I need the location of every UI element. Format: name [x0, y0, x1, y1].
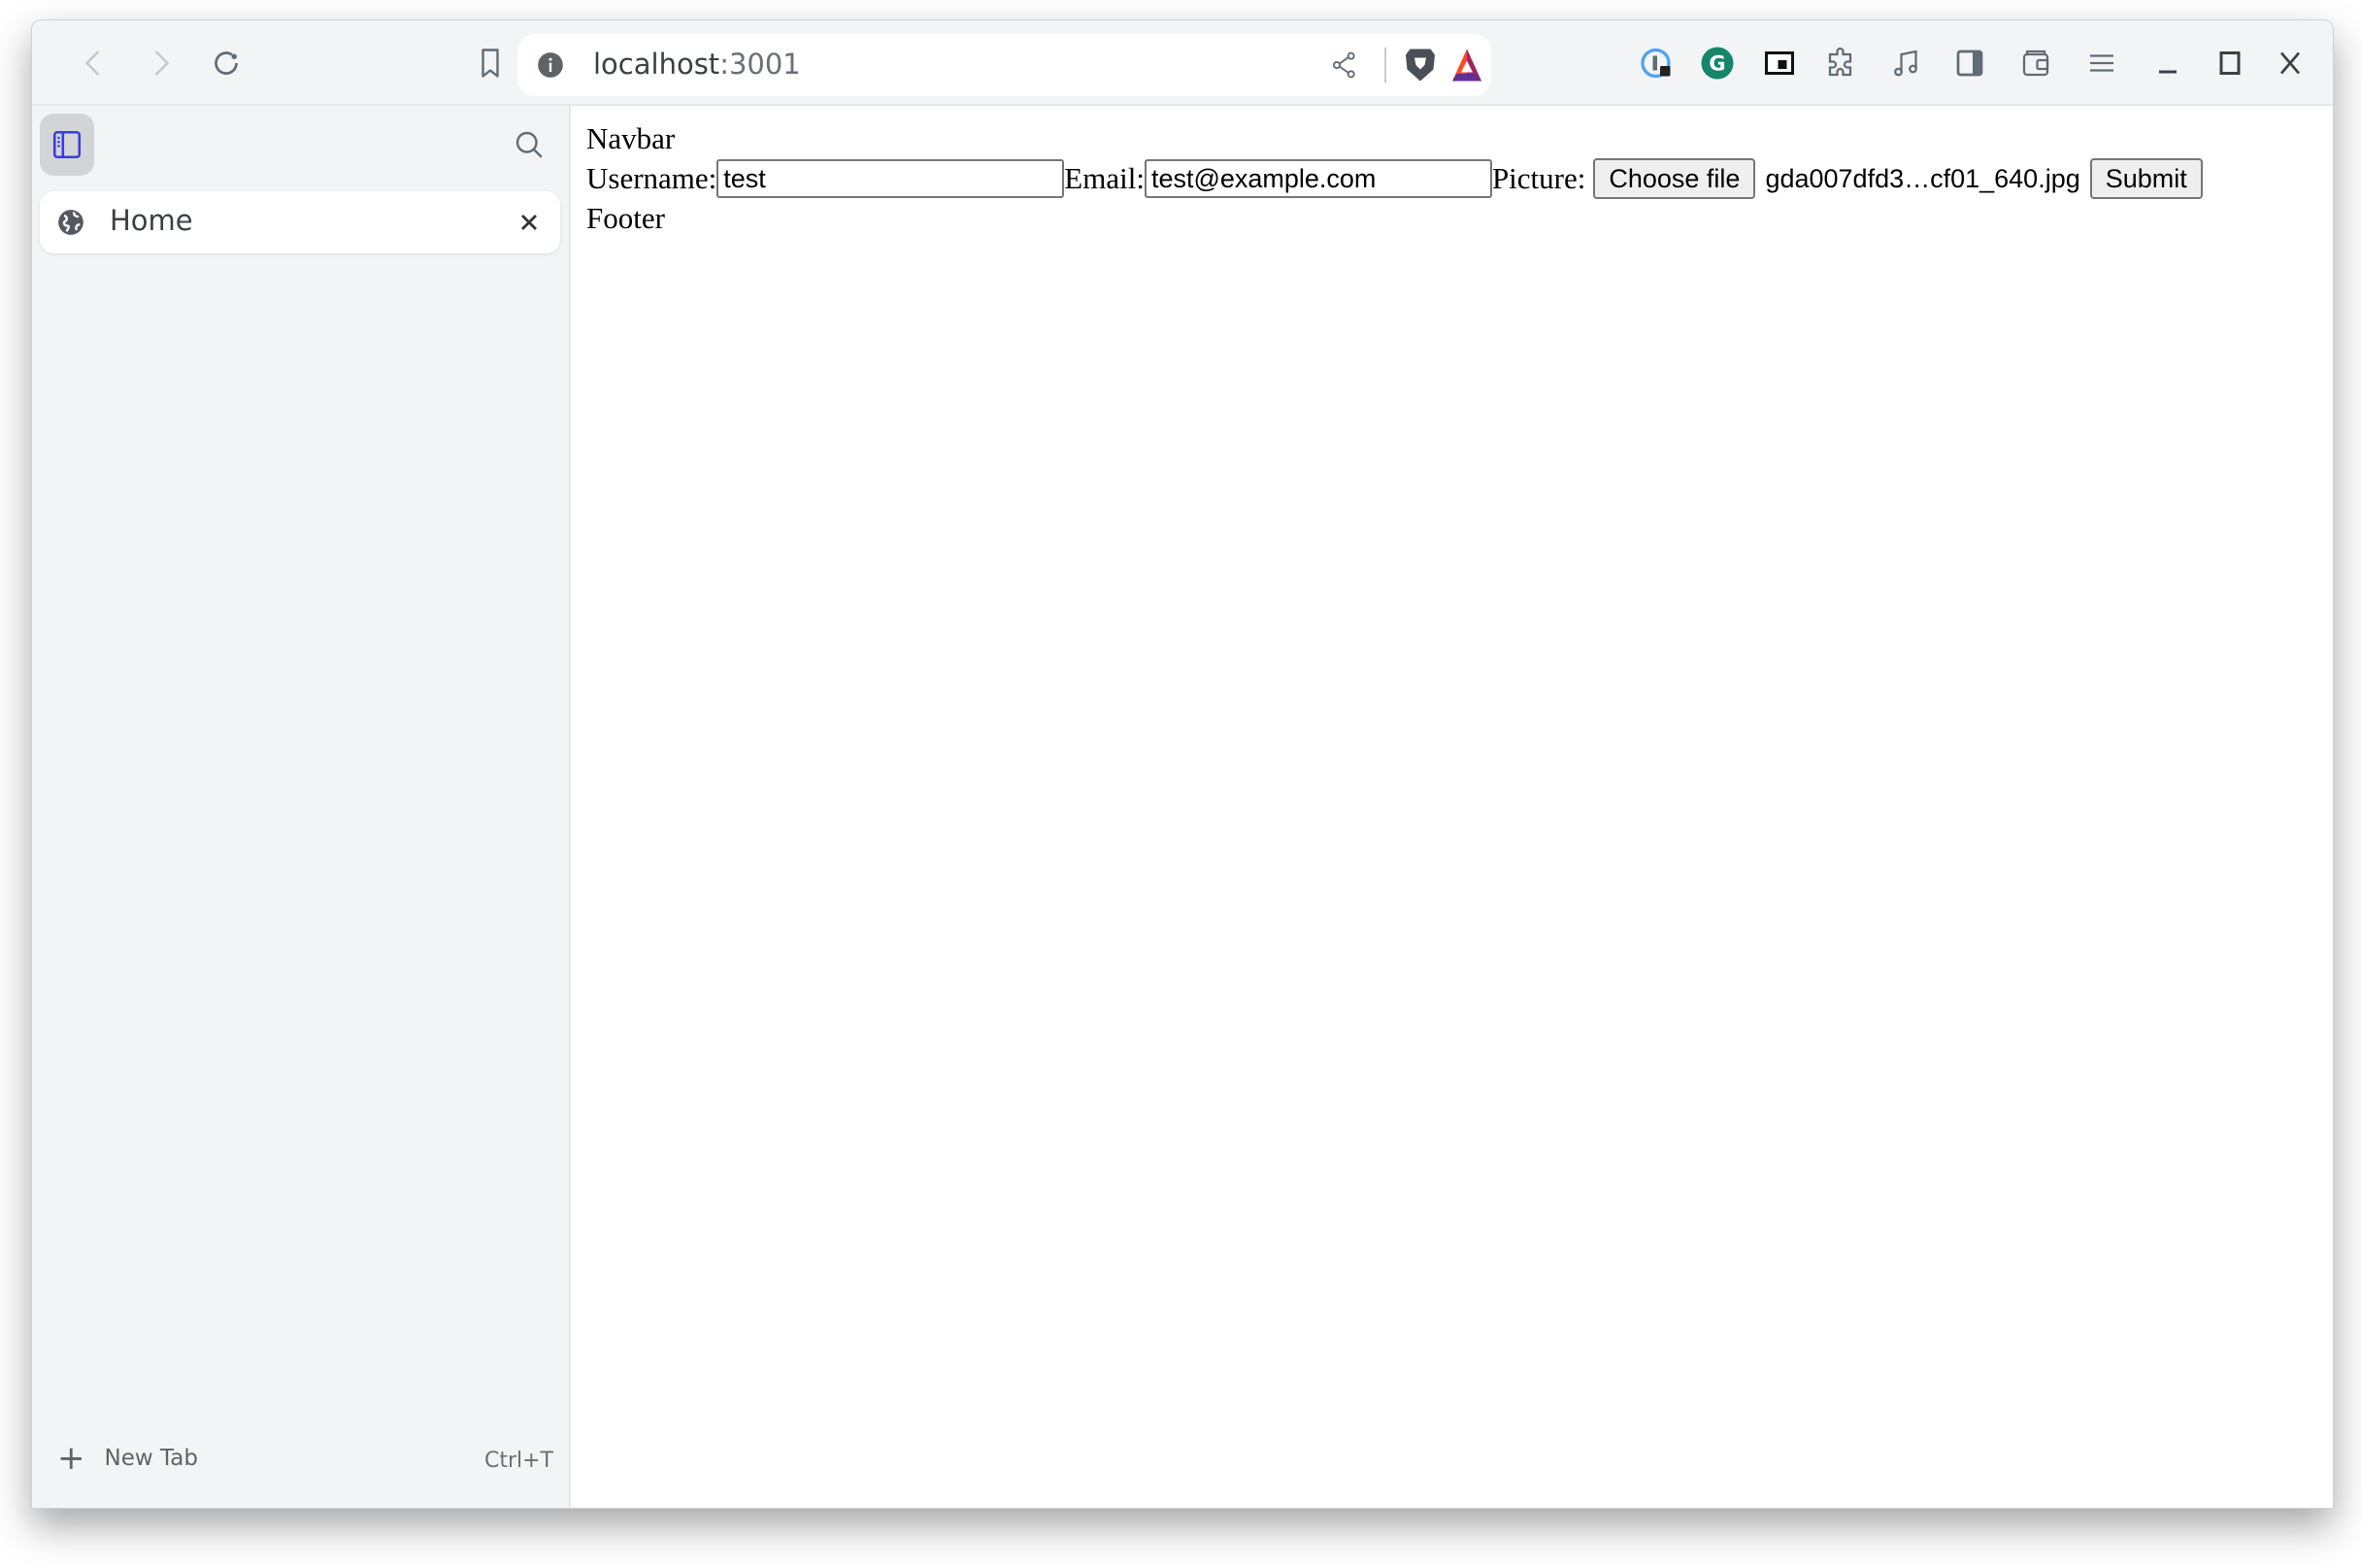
submit-button[interactable]: Submit: [2089, 158, 2203, 199]
url-host: localhost: [593, 48, 720, 81]
sidebar-panel-icon: [52, 130, 82, 159]
globe-icon: [57, 209, 84, 236]
sidebar-toggle-button[interactable]: [40, 114, 94, 176]
navbar: Navbar: [586, 121, 676, 155]
close-icon[interactable]: [2271, 44, 2310, 83]
profile-form: Username: Email: Picture: Choose file gd…: [586, 158, 2203, 199]
back-icon[interactable]: [75, 44, 114, 83]
sidebar-tab-home[interactable]: Home: [40, 191, 560, 253]
picture-in-picture-icon[interactable]: [1760, 44, 1799, 83]
address-bar[interactable]: localhost:3001: [517, 34, 1491, 96]
new-tab-label: New Tab: [104, 1446, 198, 1471]
email-label: Email:: [1064, 161, 1145, 195]
browser-toolbar: localhost:3001 G: [32, 20, 2333, 106]
new-tab-shortcut: Ctrl+T: [483, 1449, 553, 1473]
password-manager-icon[interactable]: [1638, 44, 1677, 83]
bookmark-icon[interactable]: [471, 44, 510, 83]
extensions-icon[interactable]: [1822, 44, 1861, 83]
url-text[interactable]: localhost:3001: [593, 48, 801, 81]
tab-sidebar: Home + New Tab Ctrl+T: [32, 106, 571, 1508]
media-icon[interactable]: [1886, 44, 1925, 83]
brave-rewards-icon[interactable]: [1449, 46, 1484, 84]
page-content: Navbar Username: Email: Picture: Choose …: [571, 106, 2333, 1508]
choose-file-button[interactable]: Choose file: [1593, 158, 1756, 199]
forward-icon[interactable]: [141, 44, 180, 83]
picture-label: Picture:: [1491, 161, 1586, 195]
maximize-icon[interactable]: [2211, 44, 2249, 83]
site-info-icon[interactable]: [537, 51, 564, 79]
grammarly-icon[interactable]: G: [1698, 44, 1737, 83]
url-port: :3001: [719, 48, 801, 81]
svg-text:G: G: [1709, 52, 1725, 76]
new-tab-button[interactable]: + New Tab: [57, 1442, 198, 1475]
search-tabs-icon[interactable]: [512, 127, 547, 162]
selected-file-name: gda007dfd3…cf01_640.jpg: [1765, 164, 2080, 193]
sidebar-icon[interactable]: [1950, 44, 1989, 83]
wallet-icon[interactable]: [2016, 44, 2055, 83]
minimize-icon[interactable]: [2148, 44, 2187, 83]
username-label: Username:: [586, 161, 717, 195]
close-tab-icon[interactable]: [515, 209, 543, 236]
share-icon[interactable]: [1329, 50, 1360, 81]
tab-label: Home: [110, 204, 193, 237]
footer: Footer: [586, 201, 665, 235]
menu-icon[interactable]: [2082, 44, 2121, 83]
username-input[interactable]: [716, 159, 1065, 198]
url-divider: [1384, 48, 1386, 83]
reload-icon[interactable]: [207, 44, 246, 83]
brave-shields-icon[interactable]: [1403, 46, 1438, 84]
browser-window: localhost:3001 G Home + New Tab Ctrl+T N…: [31, 19, 2334, 1509]
email-input[interactable]: [1144, 159, 1492, 198]
plus-icon: +: [57, 1439, 85, 1478]
